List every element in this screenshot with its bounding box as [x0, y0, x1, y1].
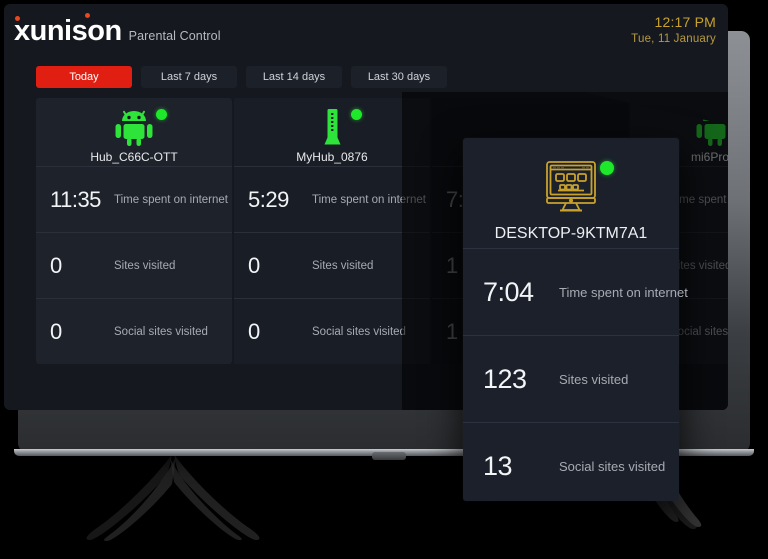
stat-sites-visited: 0 Sites visited	[234, 232, 430, 298]
tab-last-14-days[interactable]: Last 14 days	[246, 66, 342, 88]
stat-value: 0	[50, 318, 62, 344]
stat-label: Time spent on internet	[559, 284, 688, 300]
stat-label: Social sites visited	[312, 325, 406, 338]
popup-device-name: DESKTOP-9KTM7A1	[494, 225, 648, 242]
popup-header: DESKTOP-9KTM7A1	[463, 152, 679, 248]
clock-widget: 12:17 PM Tue, 11 January	[631, 14, 716, 46]
stat-social-sites-visited: 0 Social sites visited	[234, 298, 430, 364]
stat-value: 123	[483, 363, 527, 394]
stat-value: 13	[483, 450, 513, 481]
stat-label: Sites visited	[559, 371, 629, 387]
stat-value: 0	[50, 252, 62, 278]
device-card-myhub-0876[interactable]: MyHub_0876 5:29 Time spent on internet 0…	[234, 98, 430, 364]
router-tower-icon	[324, 108, 341, 144]
popup-stat-time-spent: 7:04 Time spent on internet	[463, 248, 688, 335]
logo-accent-dot-x-icon	[15, 16, 20, 21]
android-robot-icon	[696, 110, 727, 146]
tab-last-30-days[interactable]: Last 30 days	[351, 66, 447, 88]
device-detail-popup[interactable]: DESKTOP-9KTM7A1 7:04 Time spent on inter…	[463, 138, 688, 501]
device-card-header: MyHub_0876	[234, 104, 430, 166]
stat-value: 5:29	[248, 186, 289, 212]
stat-value: 11:35	[50, 186, 101, 212]
logo-accent-dot-i-icon	[85, 13, 90, 18]
device-name: mi6Pro-Redm	[690, 149, 728, 164]
date-range-tabs[interactable]: Today Last 7 days Last 14 days Last 30 d…	[36, 66, 447, 88]
tv-leg-left	[64, 452, 274, 544]
stat-value: 0	[248, 252, 260, 278]
status-dot-online	[600, 161, 614, 175]
popup-stat-social-sites-visited: 13 Social sites visited	[463, 422, 679, 509]
stat-label: Time spent on internet	[114, 193, 228, 206]
stat-label: Time spent on internet	[312, 193, 426, 206]
tab-today[interactable]: Today	[36, 66, 132, 88]
device-card-hub-c66c-ott[interactable]: Hub_C66C-OTT 11:35 Time spent on interne…	[36, 98, 232, 364]
device-name: MyHub_0876	[296, 149, 368, 164]
stat-time-spent: 5:29 Time spent on internet	[234, 166, 430, 232]
popup-stat-sites-visited: 123 Sites visited	[463, 335, 679, 422]
brand-logo: xunison Parental Control	[14, 13, 221, 47]
stat-label: Social sites visited	[559, 458, 666, 474]
tv-chin-logo	[372, 452, 406, 460]
device-name: Hub_C66C-OTT	[90, 149, 178, 164]
logo-wordmark: xunison	[14, 15, 122, 47]
app-subtitle: Parental Control	[128, 29, 221, 43]
clock-date: Tue, 11 January	[631, 32, 716, 45]
stat-label: Sites visited	[114, 259, 176, 272]
stat-time-spent: 11:35 Time spent on internet	[36, 166, 232, 232]
stat-label: Social sites visited	[114, 325, 208, 338]
stat-sites-visited: 0 Sites visited	[36, 232, 232, 298]
status-dot-online	[156, 108, 167, 120]
android-robot-icon	[115, 110, 153, 146]
stat-label: Sites visited	[312, 259, 374, 272]
status-dot-online	[351, 108, 362, 120]
clock-time: 12:17 PM	[654, 14, 716, 30]
stat-value: 7:04	[483, 276, 534, 307]
device-card-header: Hub_C66C-OTT	[36, 104, 232, 166]
desktop-monitor-icon	[546, 161, 596, 212]
tab-last-7-days[interactable]: Last 7 days	[141, 66, 237, 88]
app-header: xunison Parental Control 12:17 PM Tue, 1…	[4, 4, 728, 56]
stat-social-sites-visited: 0 Social sites visited	[36, 298, 232, 364]
screenshot-stage: xunison Parental Control 12:17 PM Tue, 1…	[0, 0, 768, 559]
stat-value: 0	[248, 318, 260, 344]
